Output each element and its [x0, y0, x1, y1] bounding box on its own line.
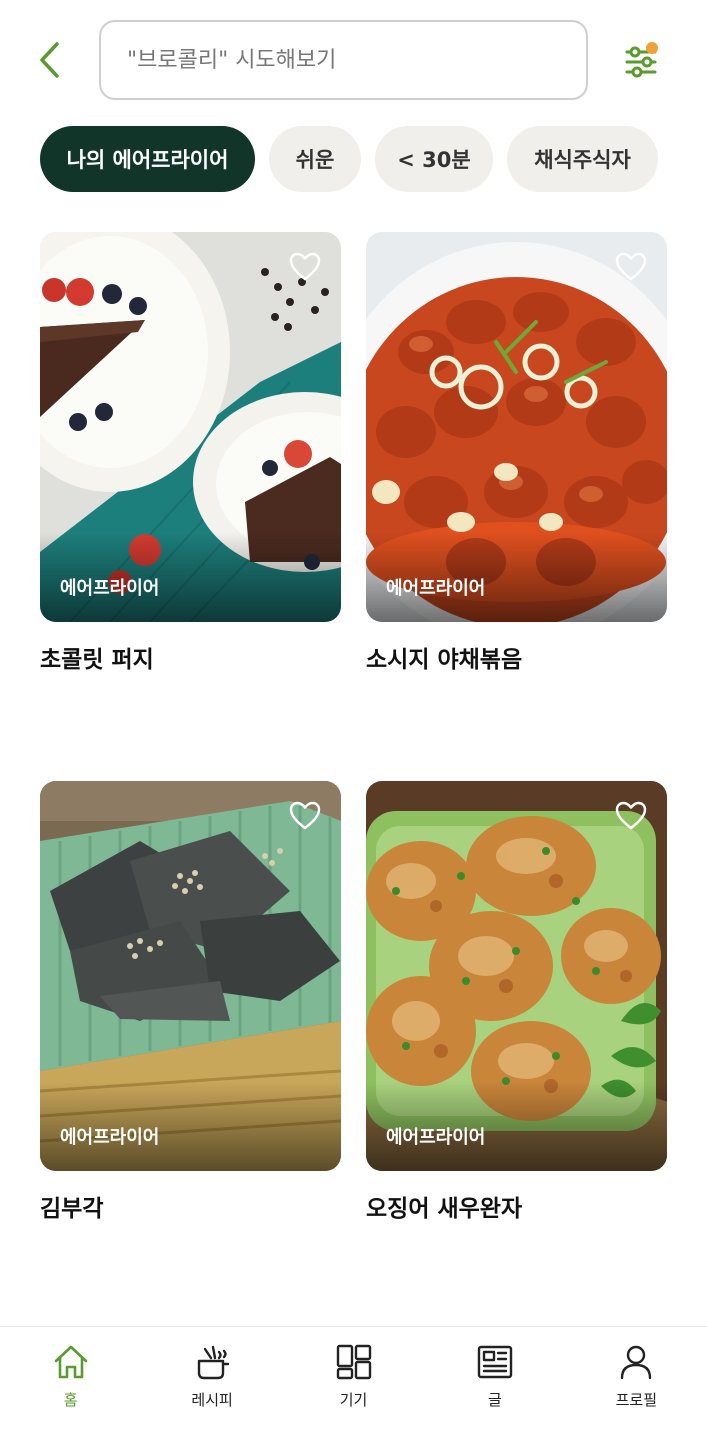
- heart-icon[interactable]: [615, 252, 647, 282]
- grid-icon: [336, 1344, 371, 1380]
- nav-home[interactable]: 홈: [0, 1327, 141, 1440]
- recipe-card: 에어프라이어 소시지 야채볶음: [366, 232, 667, 674]
- top-bar: [0, 0, 707, 120]
- article-icon: [477, 1345, 513, 1379]
- nav-label: 글: [488, 1391, 502, 1409]
- filter-badge: [646, 42, 658, 54]
- recipe-card: 에어프라이어 초콜릿 퍼지: [40, 232, 341, 674]
- recipe-title[interactable]: 초콜릿 퍼지: [40, 640, 341, 674]
- nav-label: 프로필: [615, 1391, 658, 1409]
- heart-icon[interactable]: [615, 801, 647, 831]
- nav-label: 기기: [339, 1391, 368, 1409]
- nav-devices[interactable]: 기기: [283, 1327, 424, 1440]
- heart-icon[interactable]: [289, 801, 321, 831]
- nav-articles[interactable]: 글: [424, 1327, 565, 1440]
- filter-button[interactable]: [618, 38, 664, 84]
- back-button[interactable]: [28, 36, 72, 84]
- nav-label: 홈: [63, 1391, 78, 1409]
- nav-recipes[interactable]: 레시피: [141, 1327, 282, 1440]
- recipe-image[interactable]: 에어프라이어: [366, 232, 667, 622]
- pot-icon: [197, 1345, 230, 1380]
- recipe-card: 에어프라이어 오징어 새우완자: [366, 781, 667, 1223]
- chip-easy[interactable]: 쉬운: [269, 126, 361, 192]
- bottom-nav: 홈 레시피 기기 글 프로필: [0, 1326, 707, 1440]
- recipe-title[interactable]: 김부각: [40, 1189, 341, 1223]
- search-input[interactable]: [101, 22, 586, 98]
- recipe-tag: 에어프라이어: [60, 578, 160, 599]
- recipe-image[interactable]: 에어프라이어: [40, 232, 341, 622]
- search-box: [99, 20, 588, 100]
- chip-my-airfryer[interactable]: 나의 에어프라이어: [40, 126, 255, 192]
- chip-under-30min[interactable]: < 30분: [375, 126, 493, 192]
- heart-icon[interactable]: [289, 252, 321, 282]
- chip-vegetarian[interactable]: 채식주식자: [507, 126, 658, 192]
- person-icon: [621, 1345, 652, 1380]
- chevron-left-icon: [40, 42, 59, 78]
- recipe-tag: 에어프라이어: [386, 578, 486, 599]
- recipe-image[interactable]: 에어프라이어: [40, 781, 341, 1171]
- recipe-title[interactable]: 오징어 새우완자: [366, 1189, 667, 1223]
- recipe-tag: 에어프라이어: [386, 1127, 486, 1148]
- filter-chips: 나의 에어프라이어 쉬운 < 30분 채식주식자: [40, 126, 658, 192]
- recipe-image[interactable]: 에어프라이어: [366, 781, 667, 1171]
- home-icon: [54, 1345, 88, 1379]
- nav-profile[interactable]: 프로필: [566, 1327, 707, 1440]
- recipe-card: 에어프라이어 김부각: [40, 781, 341, 1223]
- recipe-tag: 에어프라이어: [60, 1127, 160, 1148]
- nav-label: 레시피: [191, 1391, 233, 1409]
- recipe-title[interactable]: 소시지 야채볶음: [366, 640, 667, 674]
